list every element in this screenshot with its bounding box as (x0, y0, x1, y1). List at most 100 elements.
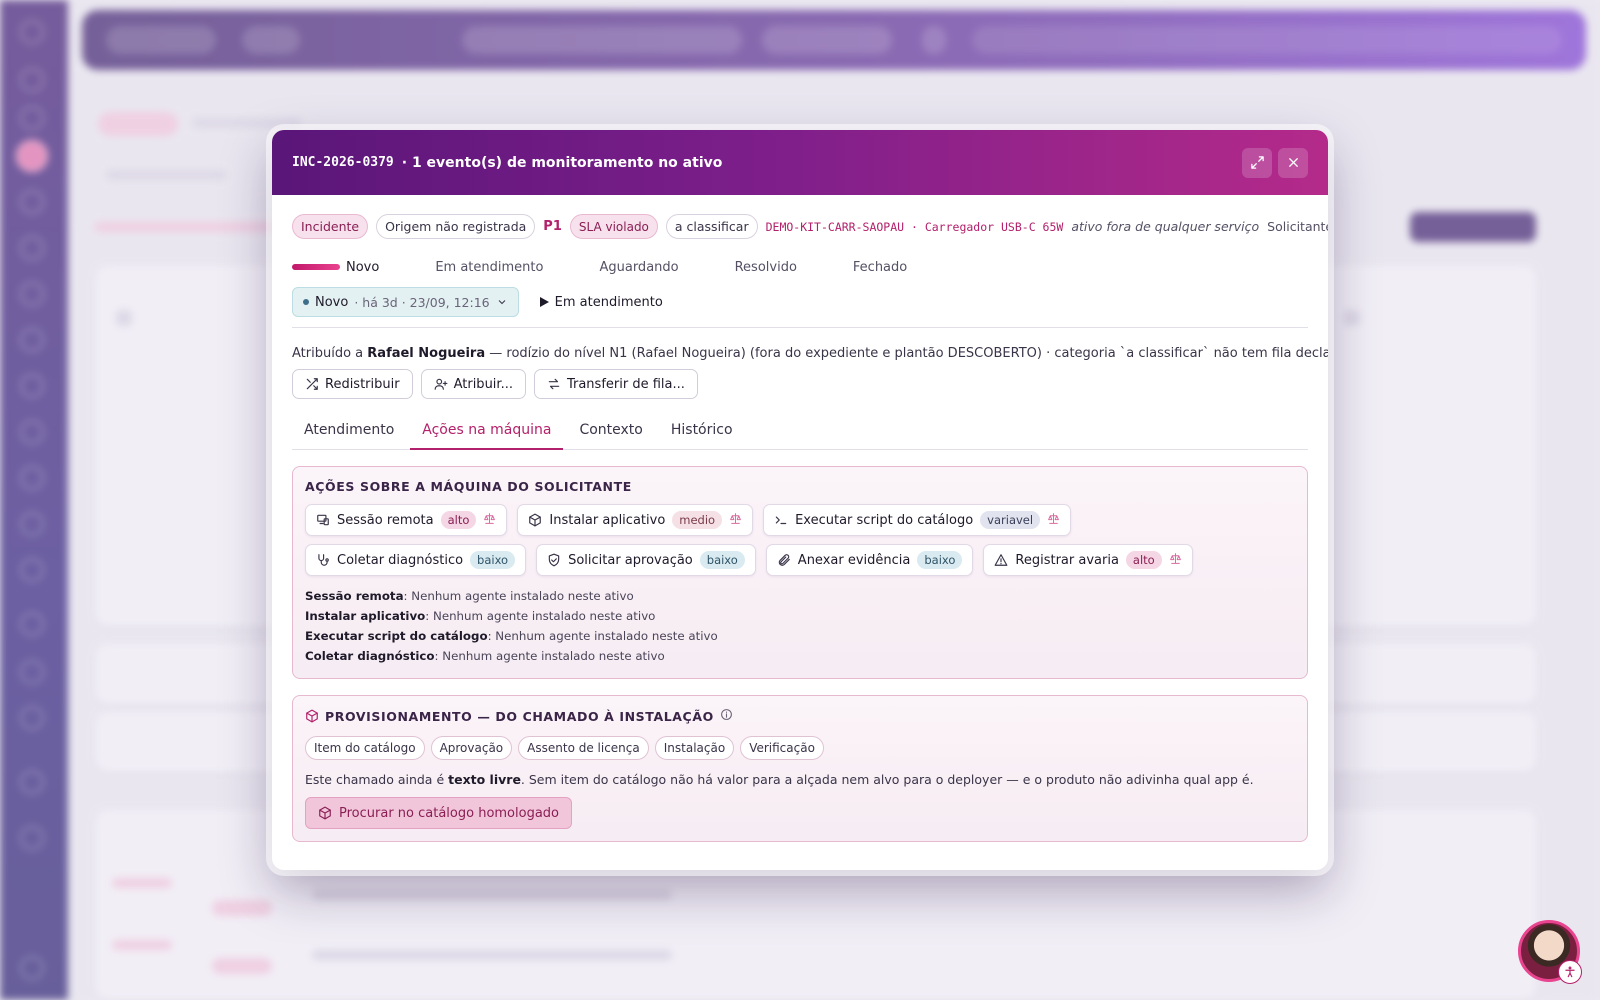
provisioning-section: PROVISIONAMENTO — DO CHAMADO À INSTALAÇÃ… (292, 695, 1308, 842)
transfer-queue-button[interactable]: Transferir de fila... (533, 369, 698, 399)
step-resolvido: Resolvido (734, 259, 797, 275)
ticket-modal: INC-2026-0379 · 1 evento(s) de monitoram… (272, 130, 1328, 870)
arrows-exchange-icon (548, 378, 560, 390)
redistribute-button[interactable]: Redistribuir (292, 369, 413, 399)
request-approval-button[interactable]: Solicitar aprovação baixo (536, 544, 756, 576)
collect-diagnostic-label: Coletar diagnóstico (337, 552, 464, 568)
transfer-queue-label: Transferir de fila... (566, 376, 685, 392)
run-script-label: Executar script do catálogo (795, 512, 974, 528)
accessibility-button[interactable] (1558, 960, 1582, 984)
stage-chip: Instalação (654, 736, 735, 760)
ticket-code: INC-2026-0379 (292, 155, 394, 170)
modal-title: · 1 evento(s) de monitoramento no ativo (401, 154, 723, 171)
asset-link[interactable]: DEMO-KIT-CARR-SAOPAU · Carregador USB-C … (766, 220, 1064, 234)
status-current: Novo (315, 294, 349, 310)
stage-chip: Aprovação (430, 736, 513, 760)
advance-status-button[interactable]: Em atendimento (539, 295, 663, 310)
install-app-label: Instalar aplicativo (549, 512, 666, 528)
expand-button[interactable] (1242, 147, 1272, 178)
stage-chip: Item do catálogo (305, 736, 425, 760)
approval-required-icon (729, 512, 742, 529)
expand-icon (1250, 156, 1264, 169)
stage-chip: Assento de licença (518, 736, 649, 760)
origin-chip[interactable]: Origem não registrada (376, 214, 536, 239)
risk-badge: alto (1125, 551, 1162, 569)
provisioning-text-suffix: . Sem item do catálogo não há valor para… (520, 772, 1254, 787)
machine-actions-list: Sessão remota alto Instalar aplicativo m… (305, 504, 1295, 576)
chevron-down-icon (498, 300, 505, 305)
remote-session-label: Sessão remota (337, 512, 434, 528)
redistribute-label: Redistribuir (325, 376, 400, 392)
run-script-button[interactable]: Executar script do catálogo variavel (763, 504, 1072, 536)
ticket-chips: Incidente Origem não registrada P1 SLA v… (292, 214, 1328, 239)
risk-badge: alto (440, 511, 477, 529)
install-app-button[interactable]: Instalar aplicativo medio (517, 504, 754, 536)
approval-required-icon (1169, 552, 1182, 569)
machine-actions-title: AÇÕES SOBRE A MÁQUINA DO SOLICITANTE (305, 479, 632, 494)
accessibility-icon (1565, 966, 1575, 978)
assignment-info: Atribuído a Rafael Nogueira — rodízio do… (292, 346, 1328, 361)
tab-atendimento[interactable]: Atendimento (292, 417, 406, 449)
risk-badge: baixo (699, 551, 745, 569)
provisioning-header: PROVISIONAMENTO — DO CHAMADO À INSTALAÇÃ… (305, 708, 1295, 724)
machine-actions-section: AÇÕES SOBRE A MÁQUINA DO SOLICITANTE Ses… (292, 466, 1308, 679)
action-note: Coletar diagnóstico: Nenhum agente insta… (305, 646, 1295, 666)
action-note-name: Coletar diagnóstico (305, 649, 435, 663)
tab-contexto[interactable]: Contexto (567, 417, 654, 449)
warning-triangle-icon (994, 554, 1008, 566)
approval-required-icon (483, 512, 496, 529)
status-since: · há 3d · 23/09, 12:16 (354, 294, 490, 310)
modal-header: INC-2026-0379 · 1 evento(s) de monitoram… (272, 130, 1328, 195)
register-damage-button[interactable]: Registrar avaria alto (983, 544, 1193, 576)
provisioning-message: Este chamado ainda é texto livre. Sem it… (305, 772, 1295, 787)
classification-chip[interactable]: a classificar (665, 214, 758, 239)
risk-badge: baixo (470, 551, 516, 569)
tab-historico[interactable]: Histórico (659, 417, 745, 449)
attach-evidence-button[interactable]: Anexar evidência baixo (765, 544, 974, 576)
close-icon (1288, 158, 1298, 167)
action-note-text: : Nenhum agente instalado neste ativo (434, 649, 665, 663)
stage-chip: Verificação (740, 736, 824, 760)
approval-required-icon (1047, 512, 1060, 529)
action-note-name: Executar script do catálogo (305, 629, 488, 643)
provisioning-text-prefix: Este chamado ainda é (305, 772, 445, 787)
package-icon (306, 709, 318, 723)
package-search-icon (319, 806, 331, 820)
action-note-text: : Nenhum agente instalado neste ativo (403, 589, 634, 603)
provisioning-stages: Item do catálogo Aprovação Assento de li… (305, 736, 1295, 760)
ticket-tabs: Atendimento Ações na máquina Contexto Hi… (292, 417, 1308, 450)
step-fechado: Fechado (852, 259, 908, 275)
monitor-icon (317, 514, 329, 526)
terminal-icon (775, 516, 787, 525)
type-chip[interactable]: Incidente (292, 214, 369, 239)
assignee-name: Rafael Nogueira (367, 346, 486, 361)
attach-evidence-label: Anexar evidência (797, 552, 911, 568)
provisioning-text-bold: texto livre (448, 772, 521, 787)
assign-button[interactable]: Atribuir... (420, 369, 526, 399)
request-approval-label: Solicitar aprovação (568, 552, 693, 568)
provisioning-title: PROVISIONAMENTO — DO CHAMADO À INSTALAÇÃ… (325, 708, 714, 724)
shuffle-icon (306, 378, 318, 390)
play-icon (539, 297, 549, 307)
collect-diagnostic-button[interactable]: Coletar diagnóstico baixo (305, 544, 527, 576)
sla-badge: SLA violado (569, 214, 658, 239)
tab-acoes-na-maquina[interactable]: Ações na máquina (410, 417, 564, 450)
action-note: Sessão remota: Nenhum agente instalado n… (305, 586, 1295, 606)
status-steps: Novo Em atendimento Aguardando Resolvido… (292, 257, 1308, 277)
assignment-detail: — rodízio do nível N1 (Rafael Nogueira) … (489, 346, 1328, 361)
action-note: Executar script do catálogo: Nenhum agen… (305, 626, 1295, 646)
search-catalog-button[interactable]: Procurar no catálogo homologado (305, 797, 573, 829)
shield-check-icon (548, 553, 560, 567)
action-note-text: : Nenhum agente instalado neste ativo (487, 629, 718, 643)
assignment-prefix: Atribuído a (292, 346, 364, 361)
requester-label: Solicitante: — (1267, 219, 1328, 234)
remote-session-button[interactable]: Sessão remota alto (305, 504, 508, 536)
status-dropdown[interactable]: Novo · há 3d · 23/09, 12:16 (292, 287, 519, 317)
assign-label: Atribuir... (453, 376, 513, 392)
info-icon[interactable] (720, 708, 733, 724)
search-catalog-label: Procurar no catálogo homologado (339, 805, 560, 821)
step-aguardando: Aguardando (599, 259, 679, 275)
register-damage-label: Registrar avaria (1015, 552, 1119, 568)
risk-badge: baixo (917, 551, 963, 569)
close-button[interactable] (1278, 147, 1308, 178)
